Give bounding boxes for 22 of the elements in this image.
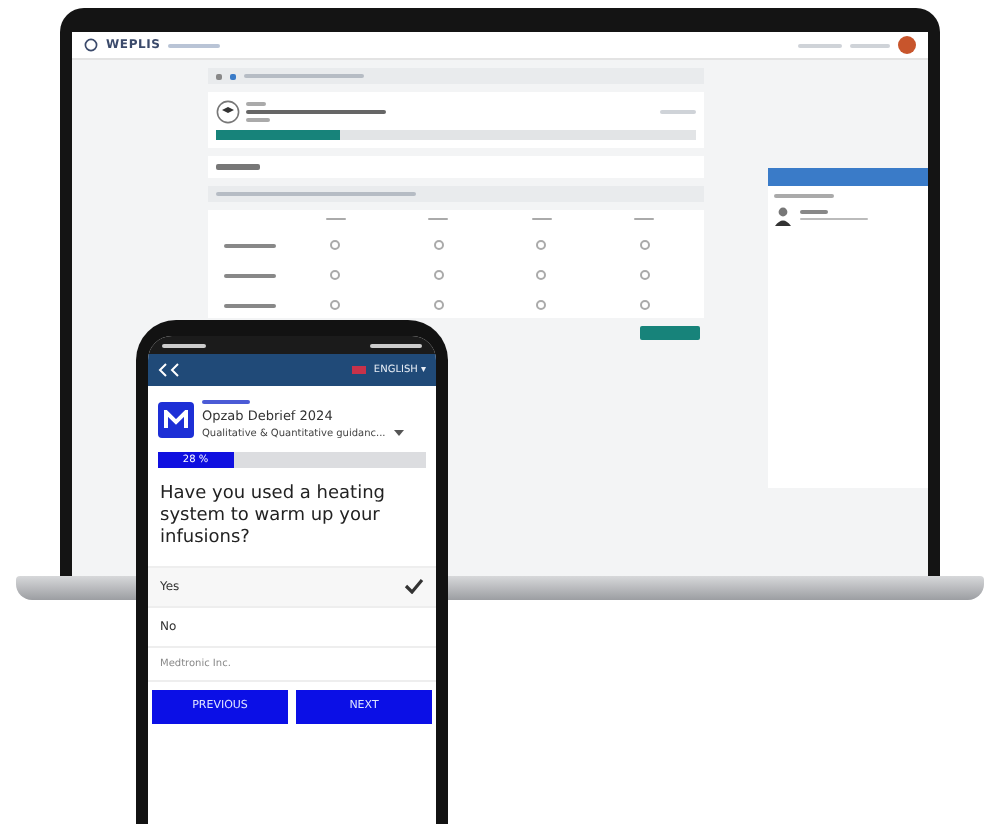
caret-icon[interactable] [393, 430, 404, 436]
radio-button[interactable] [330, 300, 341, 310]
radio-button[interactable] [536, 270, 547, 280]
radio-button[interactable] [330, 240, 341, 250]
survey-icon [216, 100, 240, 124]
radio-button[interactable] [433, 300, 444, 310]
radio-button[interactable] [639, 270, 650, 280]
person-icon [774, 205, 792, 225]
radio-button[interactable] [639, 300, 650, 310]
logo-icon [84, 38, 98, 52]
avatar-icon [898, 36, 916, 54]
radio-button[interactable] [639, 240, 650, 250]
back-icon[interactable] [158, 362, 182, 378]
m-logo-icon [158, 401, 194, 438]
radio-button[interactable] [536, 240, 547, 250]
flag-icon [351, 366, 366, 374]
radio-button[interactable] [433, 240, 444, 250]
question-text: Have you used a heating system to warm up your infusions? [158, 481, 387, 551]
radio-button[interactable] [330, 270, 341, 280]
radio-button[interactable] [536, 300, 547, 310]
radio-button[interactable] [433, 270, 444, 280]
check-icon [404, 578, 424, 594]
